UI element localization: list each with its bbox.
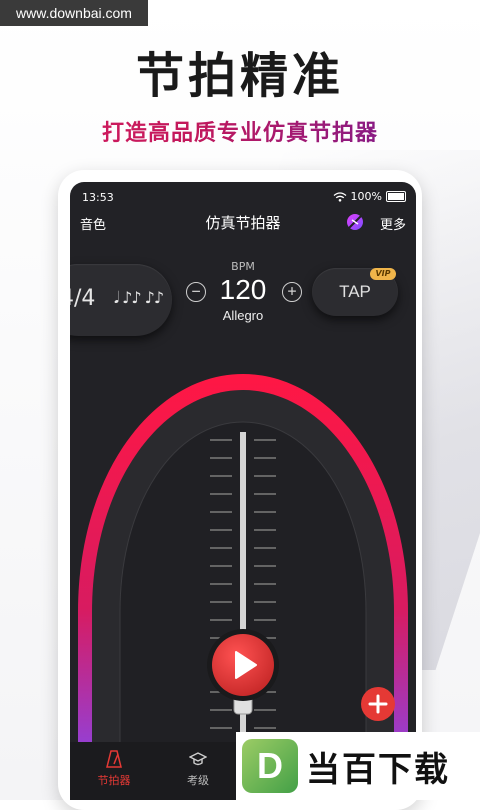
more-button[interactable]: 更多 (380, 214, 406, 233)
graduation-cap-icon (189, 752, 207, 766)
battery-percent: 100% (350, 190, 382, 203)
tab-metronome[interactable]: 节拍器 (84, 750, 144, 788)
play-button[interactable] (206, 628, 280, 702)
status-right: 100% (333, 190, 406, 203)
brand-logo: D (242, 739, 298, 793)
tab-label: 节拍器 (97, 774, 131, 787)
battery-icon (386, 191, 406, 202)
vip-badge: VIP (370, 268, 396, 280)
add-button[interactable] (360, 686, 396, 722)
app-screen: 13:53 100% 音色 仿真节拍器 更多 4/4 𝅘𝅥 ♪♪ ♪♪ BPM … (70, 182, 416, 800)
top-nav: 音色 仿真节拍器 更多 (70, 206, 416, 238)
subheadline: 打造高品质专业仿真节拍器 (0, 115, 480, 147)
wifi-icon (333, 191, 346, 202)
brand-watermark: D 当百下载 (236, 732, 480, 800)
no-ads-icon[interactable] (344, 211, 366, 233)
status-time: 13:53 (82, 191, 114, 204)
bpm-increase-button[interactable]: + (282, 282, 302, 302)
tab-exam[interactable]: 考级 (168, 750, 228, 788)
brand-text: 当百下载 (306, 749, 450, 790)
tab-label: 考级 (187, 774, 209, 787)
site-watermark: www.downbai.com (0, 0, 148, 26)
metronome-icon (106, 750, 122, 768)
headline: 节拍精准 (135, 48, 344, 104)
